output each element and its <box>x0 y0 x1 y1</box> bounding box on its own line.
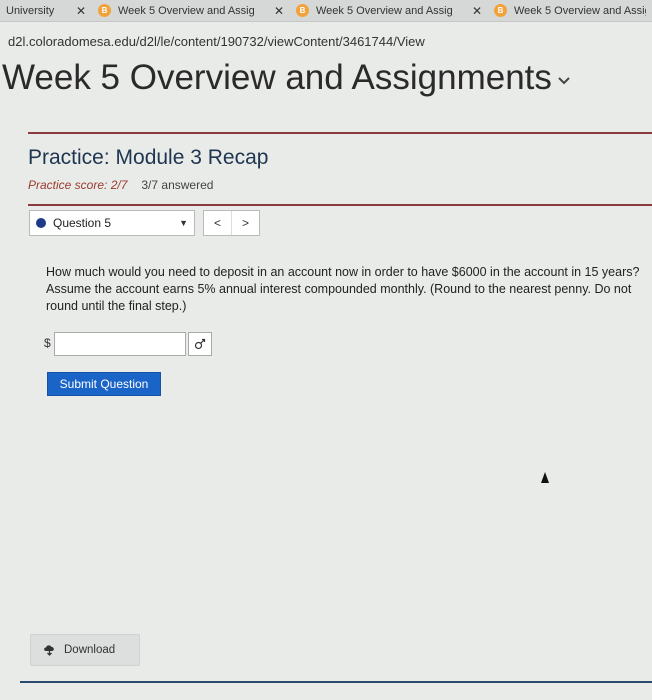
cloud-download-icon <box>43 644 56 656</box>
divider <box>28 204 652 206</box>
preview-icon[interactable] <box>188 332 212 356</box>
page-title: Week 5 Overview and Assignments <box>2 58 552 97</box>
question-nav: < > <box>203 210 260 236</box>
address-bar-url[interactable]: d2l.coloradomesa.edu/d2l/le/content/1907… <box>8 34 425 49</box>
close-icon[interactable]: ✕ <box>76 4 86 18</box>
divider <box>28 132 652 134</box>
question-select-label: Question 5 <box>53 216 112 230</box>
tab-label: Week 5 Overview and Assig <box>118 4 255 17</box>
practice-score: Practice score: 2/7 <box>28 178 128 192</box>
practice-title: Practice: Module 3 Recap <box>28 146 269 169</box>
prev-question-button[interactable]: < <box>204 211 231 235</box>
tab-week5-3[interactable]: B Week 5 Overview and Assig <box>488 0 652 22</box>
browser-tab-bar: University ✕ B Week 5 Overview and Assig… <box>0 0 652 22</box>
tab-label: Week 5 Overview and Assig <box>316 4 453 17</box>
tab-week5-2[interactable]: B Week 5 Overview and Assig ✕ <box>290 0 488 22</box>
tab-label: University <box>6 4 55 17</box>
next-question-button[interactable]: > <box>231 211 259 235</box>
d2l-favicon-icon: B <box>494 4 507 17</box>
question-text: How much would you need to deposit in an… <box>46 265 640 313</box>
submit-question-button[interactable]: Submit Question <box>47 372 161 396</box>
close-icon[interactable]: ✕ <box>472 4 482 18</box>
tab-label: Week 5 Overview and Assig <box>514 4 646 17</box>
status-dot-icon <box>36 218 46 228</box>
chevron-down-icon[interactable] <box>558 72 570 90</box>
close-icon[interactable]: ✕ <box>274 4 284 18</box>
download-label: Download <box>64 644 116 656</box>
answer-input[interactable] <box>54 332 186 356</box>
d2l-favicon-icon: B <box>296 4 309 17</box>
caret-down-icon: ▼ <box>179 218 188 228</box>
mouse-cursor-icon <box>541 472 549 483</box>
divider <box>20 681 652 683</box>
answered-count: 3/7 answered <box>141 178 214 192</box>
d2l-favicon-icon: B <box>98 4 111 17</box>
question-select[interactable]: Question 5 ▼ <box>29 210 195 236</box>
score-row: Practice score: 2/7 3/7 answered <box>28 178 213 192</box>
tab-week5-1[interactable]: B Week 5 Overview and Assig ✕ <box>92 0 290 22</box>
tab-university[interactable]: University ✕ <box>0 0 92 22</box>
download-button[interactable]: Download <box>30 634 140 666</box>
currency-prefix: $ <box>44 336 51 350</box>
